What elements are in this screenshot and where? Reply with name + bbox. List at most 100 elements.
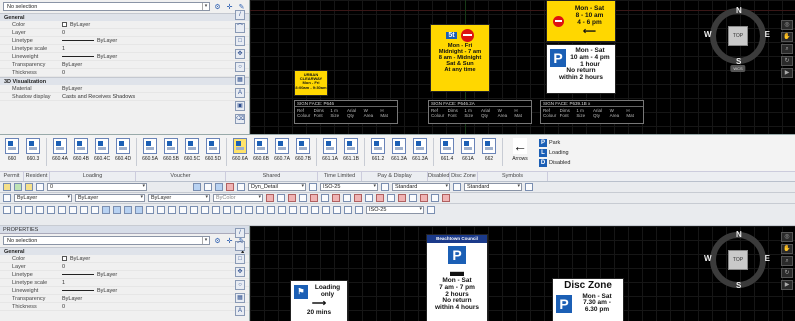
property-row[interactable]: Thickness 0 — [0, 303, 249, 311]
section-3d-visualization[interactable]: 3D Visualization ▴ — [0, 77, 249, 85]
property-row[interactable]: Linetype ByLayer — [0, 37, 249, 45]
sign-caption-table[interactable]: SIGN FACE: P646.2A Ref Dims 1 m Arial W H Colo… — [428, 100, 532, 124]
property-value[interactable]: ByLayer — [60, 295, 249, 302]
sign-tile[interactable]: 661.1A — [320, 138, 340, 162]
drawing-viewport-bottom[interactable]: ⚑ Loading only ⟶ 20 mins Beachtown Counc… — [250, 226, 795, 321]
make-current-icon[interactable] — [193, 183, 201, 191]
sign-tile[interactable]: 660.4C — [92, 138, 112, 162]
sign-tile[interactable]: 661.4 — [437, 138, 457, 162]
mirror-icon[interactable] — [354, 194, 362, 202]
property-value[interactable]: ByLayer — [60, 287, 249, 294]
text-tool-icon[interactable]: A — [235, 306, 245, 316]
palette-group-label[interactable]: Resident — [24, 172, 50, 181]
dim-style-manager-icon[interactable] — [427, 206, 435, 214]
line-draw-icon[interactable] — [3, 206, 11, 214]
symbol-item[interactable]: D Disabled — [539, 158, 570, 167]
tolerance-icon[interactable] — [289, 206, 297, 214]
selection-dropdown[interactable]: No selection ▾ — [3, 2, 210, 11]
dim-angular-icon[interactable] — [223, 206, 231, 214]
orbit-icon[interactable]: ↻ — [781, 56, 793, 66]
polyline-tool-icon[interactable]: ⌒ — [235, 241, 245, 251]
property-value[interactable]: ByLayer — [60, 37, 249, 44]
section-general[interactable]: General ▴ — [0, 247, 249, 255]
property-row[interactable]: Linetype scale 1 — [0, 279, 249, 287]
property-value[interactable]: ByLayer — [60, 21, 249, 28]
rotate-icon[interactable] — [398, 194, 406, 202]
wcs-menu[interactable]: WCS — [730, 65, 746, 72]
dim-update-icon[interactable] — [355, 206, 363, 214]
rectangle-tool-icon[interactable]: □ — [235, 254, 245, 264]
move-tool-icon[interactable]: ✥ — [235, 267, 245, 277]
pan-icon[interactable]: ✋ — [781, 32, 793, 42]
symbol-item[interactable]: L Loading — [539, 148, 570, 157]
sign-tile[interactable]: 661.3A — [389, 138, 409, 162]
hatch-tool-icon[interactable]: ▦ — [235, 293, 245, 303]
section-general[interactable]: General ▴ — [0, 13, 249, 21]
palette-group-label[interactable]: Time Limited — [318, 172, 362, 181]
move-icon[interactable] — [387, 194, 395, 202]
palette-group-label[interactable]: Symbols — [478, 172, 548, 181]
property-value[interactable]: ByLayer — [60, 85, 249, 92]
drawing-viewport-top[interactable]: URBAN CLEARWAY Mon - Fri 8:00am - 9:30am… — [250, 0, 795, 134]
compass-w[interactable]: W — [704, 30, 712, 39]
layer-freeze-icon[interactable] — [25, 183, 33, 191]
compass-e[interactable]: E — [765, 254, 770, 263]
property-row[interactable]: Transparency ByLayer — [0, 295, 249, 303]
sign-disc-zone[interactable]: Disc Zone P Mon - Sat 7.30 am - 6.30 pm — [552, 278, 624, 321]
annotation-scale-icon[interactable] — [309, 183, 317, 191]
dim-break-icon[interactable] — [278, 206, 286, 214]
dim-text-edit-icon[interactable] — [344, 206, 352, 214]
sign-tile[interactable]: 660.4B — [71, 138, 91, 162]
property-value[interactable]: ByLayer — [60, 61, 249, 68]
steering-wheel-icon[interactable]: ◎ — [781, 232, 793, 242]
insert-block-icon[interactable] — [69, 206, 77, 214]
hatch-icon[interactable] — [102, 206, 110, 214]
pan-icon[interactable]: ✋ — [781, 244, 793, 254]
sign-tile[interactable]: 660.6B — [251, 138, 271, 162]
sign-tile[interactable]: 660.3 — [23, 138, 43, 162]
sign-tile[interactable]: 660.5B — [161, 138, 181, 162]
arrows-tile[interactable]: ← Arrows — [506, 138, 534, 162]
plotstyle-dropdown[interactable]: ByColor — [213, 194, 263, 202]
sign-tile[interactable]: 660.5A — [140, 138, 160, 162]
polygon-icon[interactable] — [299, 194, 307, 202]
array-icon[interactable] — [376, 194, 384, 202]
line-icon[interactable] — [266, 194, 274, 202]
layer-on-icon[interactable] — [14, 183, 22, 191]
text-scale-dropdown[interactable]: ISO-25 — [320, 183, 378, 191]
property-value[interactable]: 1 — [60, 45, 249, 52]
toggle-pickadd-icon[interactable]: ⚙ — [213, 2, 222, 11]
viewcube-top-face[interactable]: TOP — [728, 250, 748, 270]
table-icon[interactable] — [135, 206, 143, 214]
lineweight-dropdown[interactable]: ByLayer — [148, 194, 210, 202]
dim-radius-icon[interactable] — [201, 206, 209, 214]
property-value[interactable]: 1 — [60, 279, 249, 286]
property-row[interactable]: Transparency ByLayer — [0, 61, 249, 69]
palette-group-label[interactable]: Voucher — [136, 172, 226, 181]
property-value[interactable]: ByLayer — [60, 53, 249, 60]
table-style-icon[interactable] — [453, 183, 461, 191]
ellipse-icon[interactable] — [58, 206, 66, 214]
dim-edit-icon[interactable] — [333, 206, 341, 214]
construction-line-icon[interactable] — [277, 194, 285, 202]
zoom-icon[interactable]: ⌕ — [781, 44, 793, 54]
sign-caption-table[interactable]: SIGN FACE: P639.1B x Ref Dims 1 m Arial W H Co… — [540, 100, 644, 124]
dim-linear-icon[interactable] — [157, 206, 165, 214]
palette-group-label[interactable]: Shared — [226, 172, 318, 181]
circle-tool-icon[interactable]: ○ — [235, 62, 245, 72]
property-row[interactable]: Layer 0 — [0, 29, 249, 37]
property-value[interactable]: Casts and Receives Shadows — [60, 93, 249, 100]
showmotion-icon[interactable]: ▶ — [781, 280, 793, 290]
sign-tile[interactable]: 660 — [2, 138, 22, 162]
erase-icon[interactable] — [332, 194, 340, 202]
sign-tile[interactable]: 660.5D — [203, 138, 223, 162]
color-icon[interactable] — [3, 194, 11, 202]
sign-tile[interactable]: 660.7B — [293, 138, 313, 162]
dim-arc-icon[interactable] — [179, 206, 187, 214]
property-row[interactable]: Linetype scale 1 — [0, 45, 249, 53]
property-value[interactable]: ByLayer — [60, 255, 249, 262]
property-row[interactable]: Thickness 0 — [0, 69, 249, 77]
sign-tile[interactable]: 661.1B — [341, 138, 361, 162]
text-style-icon[interactable] — [381, 183, 389, 191]
palette-group-label[interactable]: Disabled — [428, 172, 450, 181]
